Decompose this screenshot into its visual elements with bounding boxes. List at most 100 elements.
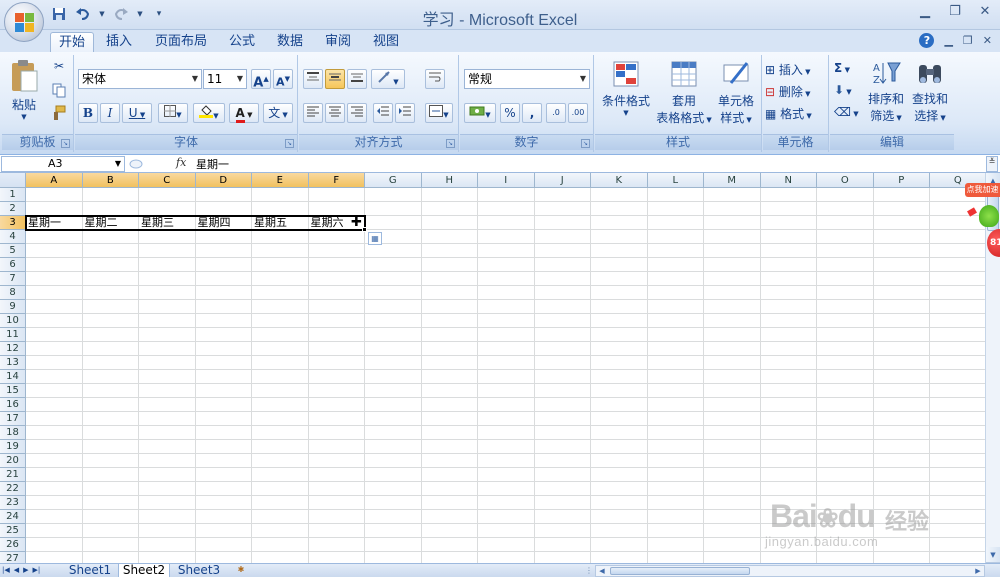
- borders-button[interactable]: ▼: [158, 103, 188, 123]
- name-box[interactable]: A3 ▼: [1, 156, 125, 172]
- scroll-right-icon[interactable]: ▶: [972, 566, 984, 576]
- column-header[interactable]: F: [308, 173, 365, 188]
- sheet-tab-1[interactable]: Sheet1: [64, 564, 116, 577]
- row-header[interactable]: 3: [0, 216, 26, 230]
- scroll-down-icon[interactable]: ▼: [986, 547, 1000, 563]
- close-icon[interactable]: ✕: [983, 34, 992, 47]
- last-sheet-icon[interactable]: ▶|: [33, 564, 41, 577]
- formula-input[interactable]: 星期一: [196, 156, 229, 172]
- scroll-left-icon[interactable]: ◀: [596, 566, 608, 576]
- row-header[interactable]: 23: [0, 496, 26, 510]
- tab-split-handle[interactable]: ⋮: [585, 566, 593, 575]
- row-header[interactable]: 5: [0, 244, 26, 258]
- cell-styles-button[interactable]: 单元格 样式 ▼: [713, 59, 759, 129]
- align-top-icon[interactable]: [303, 69, 323, 89]
- tab-home[interactable]: 开始: [50, 32, 94, 52]
- merge-center-button[interactable]: ▼: [425, 103, 453, 123]
- tab-review[interactable]: 审阅: [318, 32, 358, 52]
- tab-insert[interactable]: 插入: [98, 32, 140, 52]
- column-header[interactable]: D: [195, 173, 252, 188]
- row-header[interactable]: 4: [0, 230, 26, 244]
- row-header[interactable]: 6: [0, 258, 26, 272]
- column-header[interactable]: O: [817, 173, 874, 188]
- row-header[interactable]: 13: [0, 356, 26, 370]
- align-center-icon[interactable]: [325, 103, 345, 123]
- row-header[interactable]: 21: [0, 468, 26, 482]
- row-header[interactable]: 15: [0, 384, 26, 398]
- column-header[interactable]: J: [534, 173, 591, 188]
- column-header[interactable]: G: [365, 173, 422, 188]
- column-header[interactable]: P: [873, 173, 930, 188]
- sheet-tab-2[interactable]: Sheet2: [118, 564, 170, 577]
- bold-button[interactable]: B: [78, 103, 98, 123]
- tab-data[interactable]: 数据: [270, 32, 310, 52]
- format-as-table-button[interactable]: 套用 表格格式 ▼: [653, 59, 715, 129]
- row-header[interactable]: 7: [0, 272, 26, 286]
- column-header[interactable]: B: [82, 173, 139, 188]
- column-header[interactable]: A: [26, 173, 83, 188]
- autosum-button[interactable]: Σ ▼: [834, 61, 862, 79]
- sheet-tab-3[interactable]: Sheet3: [172, 564, 226, 577]
- expand-formula-bar-icon[interactable]: ≚: [986, 156, 998, 172]
- row-header[interactable]: 19: [0, 440, 26, 454]
- row-header[interactable]: 24: [0, 510, 26, 524]
- fill-color-button[interactable]: ▼: [193, 103, 225, 123]
- scroll-thumb[interactable]: [610, 567, 750, 575]
- restore-icon[interactable]: ❐: [946, 3, 964, 21]
- tab-formulas[interactable]: 公式: [222, 32, 262, 52]
- row-header[interactable]: 9: [0, 300, 26, 314]
- wrap-text-icon[interactable]: [425, 69, 445, 89]
- underline-button[interactable]: U ▼: [122, 103, 152, 123]
- column-header[interactable]: L: [647, 173, 704, 188]
- font-name-select[interactable]: 宋体 ▼: [78, 69, 202, 89]
- row-header[interactable]: 27: [0, 552, 26, 563]
- dialog-launcher-icon[interactable]: ↘: [61, 139, 70, 148]
- row-header[interactable]: 20: [0, 454, 26, 468]
- minimize-icon[interactable]: ▁: [916, 3, 934, 21]
- delete-cells-button[interactable]: ⊟ 删除 ▼: [765, 83, 827, 101]
- column-header[interactable]: E: [252, 173, 309, 188]
- row-header[interactable]: 12: [0, 342, 26, 356]
- row-header[interactable]: 26: [0, 538, 26, 552]
- align-right-icon[interactable]: [347, 103, 367, 123]
- column-header[interactable]: H: [421, 173, 478, 188]
- insert-sheet-icon[interactable]: ✱: [231, 565, 251, 577]
- clear-button[interactable]: ⌫ ▼: [834, 105, 862, 123]
- phonetic-button[interactable]: 文 ▼: [263, 103, 293, 123]
- currency-button[interactable]: ▼: [464, 103, 496, 123]
- row-header[interactable]: 25: [0, 524, 26, 538]
- row-header[interactable]: 2: [0, 202, 26, 216]
- sort-filter-button[interactable]: AZ 排序和 筛选 ▼: [864, 59, 908, 129]
- column-header[interactable]: K: [591, 173, 648, 188]
- column-header[interactable]: C: [139, 173, 196, 188]
- format-painter-icon[interactable]: [50, 105, 68, 123]
- font-color-button[interactable]: A ▼: [229, 103, 259, 123]
- column-header[interactable]: N: [760, 173, 817, 188]
- horizontal-scrollbar[interactable]: ◀ ▶: [595, 565, 985, 577]
- help-icon[interactable]: ?: [919, 33, 935, 48]
- select-all-button[interactable]: [0, 173, 26, 188]
- next-sheet-icon[interactable]: ▶: [23, 564, 28, 577]
- shrink-font-button[interactable]: A▼: [273, 69, 293, 89]
- minimize-icon[interactable]: ▁: [944, 34, 952, 47]
- number-format-select[interactable]: 常规 ▼: [464, 69, 590, 89]
- paste-button[interactable]: 粘贴 ▼: [6, 59, 42, 121]
- restore-icon[interactable]: ❐: [963, 34, 973, 47]
- first-sheet-icon[interactable]: |◀: [2, 564, 10, 577]
- insert-function-button[interactable]: fx: [176, 156, 186, 169]
- dialog-launcher-icon[interactable]: ↘: [581, 139, 590, 148]
- font-size-select[interactable]: 11 ▼: [203, 69, 247, 89]
- column-header[interactable]: M: [704, 173, 761, 188]
- align-left-icon[interactable]: [303, 103, 323, 123]
- comma-button[interactable]: ,: [522, 103, 542, 123]
- tab-view[interactable]: 视图: [366, 32, 406, 52]
- align-middle-icon[interactable]: [325, 69, 345, 89]
- row-header[interactable]: 22: [0, 482, 26, 496]
- dialog-launcher-icon[interactable]: ↘: [285, 139, 294, 148]
- percent-button[interactable]: %: [500, 103, 520, 123]
- dialog-launcher-icon[interactable]: ↘: [446, 139, 455, 148]
- decrease-indent-icon[interactable]: [373, 103, 393, 123]
- insert-cells-button[interactable]: ⊞ 插入 ▼: [765, 61, 827, 79]
- prev-sheet-icon[interactable]: ◀: [14, 564, 19, 577]
- close-icon[interactable]: ✕: [976, 3, 994, 21]
